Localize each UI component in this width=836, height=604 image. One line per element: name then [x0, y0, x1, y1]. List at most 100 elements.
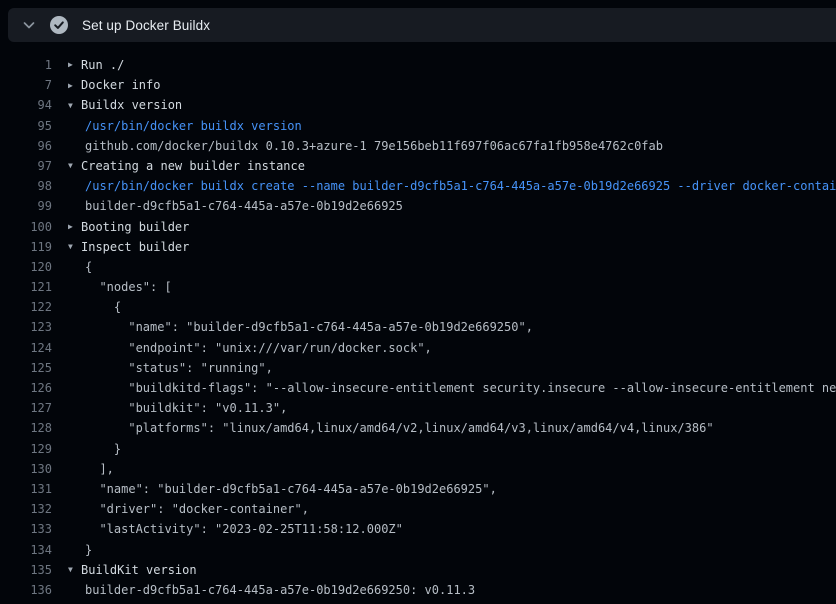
log-line: 100 ▶Booting builder — [0, 217, 836, 237]
line-number[interactable]: 94 — [0, 95, 52, 115]
line-number[interactable]: 99 — [0, 196, 52, 216]
line-number[interactable]: 97 — [0, 156, 52, 176]
line-number[interactable]: 121 — [0, 277, 52, 297]
output-text: "buildkitd-flags": "--allow-insecure-ent… — [68, 378, 836, 398]
log-line: 96 github.com/docker/buildx 0.10.3+azure-… — [0, 136, 836, 156]
log-line: 135 ▼BuildKit version — [0, 560, 836, 580]
status-check-icon — [50, 16, 68, 34]
output-text: "driver": "docker-container", — [68, 499, 309, 519]
output-text: github.com/docker/buildx 0.10.3+azure-1 … — [68, 136, 663, 156]
log-line: 119 ▼Inspect builder — [0, 237, 836, 257]
group-title: Run ./ — [81, 58, 124, 72]
output-text: builder-d9cfb5a1-c764-445a-a57e-0b19d2e6… — [68, 196, 403, 216]
chevron-down-icon[interactable]: ▼ — [68, 96, 81, 116]
output-text: ], — [68, 459, 114, 479]
log-line: 126 "buildkitd-flags": "--allow-insecure… — [0, 378, 836, 398]
log-line: 97 ▼Creating a new builder instance — [0, 156, 836, 176]
log-line: 134} — [0, 540, 836, 560]
line-number[interactable]: 96 — [0, 136, 52, 156]
line-number[interactable]: 98 — [0, 176, 52, 196]
group-header[interactable]: ▶Docker info — [68, 75, 160, 95]
log-line: 125 "status": "running", — [0, 358, 836, 378]
chevron-down-icon[interactable] — [21, 17, 37, 33]
command-text: /usr/bin/docker buildx create --name bui… — [68, 176, 836, 196]
line-number[interactable]: 95 — [0, 116, 52, 136]
line-number[interactable]: 126 — [0, 378, 52, 398]
log-line: 123 "name": "builder-d9cfb5a1-c764-445a-… — [0, 317, 836, 337]
output-text: "endpoint": "unix:///var/run/docker.sock… — [68, 338, 432, 358]
output-text: } — [68, 540, 92, 560]
log-line: 120 { — [0, 257, 836, 277]
group-title: Booting builder — [81, 220, 189, 234]
output-text: } — [68, 439, 121, 459]
log-line: 98/usr/bin/docker buildx create --name b… — [0, 176, 836, 196]
group-header[interactable]: ▼Creating a new builder instance — [68, 156, 305, 176]
line-number[interactable]: 127 — [0, 398, 52, 418]
line-number[interactable]: 135 — [0, 560, 52, 580]
line-number[interactable]: 125 — [0, 358, 52, 378]
line-number[interactable]: 133 — [0, 519, 52, 539]
group-header[interactable]: ▼Inspect builder — [68, 237, 189, 257]
line-number[interactable]: 1 — [0, 55, 52, 75]
line-number[interactable]: 132 — [0, 499, 52, 519]
output-text: { — [68, 257, 92, 277]
chevron-right-icon[interactable]: ▶ — [68, 76, 81, 96]
output-text: "platforms": "linux/amd64,linux/amd64/v2… — [68, 418, 714, 438]
line-number[interactable]: 128 — [0, 418, 52, 438]
line-number[interactable]: 120 — [0, 257, 52, 277]
log-line: 133 "lastActivity": "2023-02-25T11:58:12… — [0, 519, 836, 539]
line-number[interactable]: 122 — [0, 297, 52, 317]
chevron-right-icon[interactable]: ▶ — [68, 217, 81, 237]
line-number[interactable]: 136 — [0, 580, 52, 600]
group-header[interactable]: ▼BuildKit version — [68, 560, 197, 580]
chevron-down-icon[interactable]: ▼ — [68, 560, 81, 580]
log-line: 99 builder-d9cfb5a1-c764-445a-a57e-0b19d2… — [0, 196, 836, 216]
step-header[interactable]: Set up Docker Buildx — [8, 8, 836, 42]
log-line: 7 ▶Docker info — [0, 75, 836, 95]
chevron-down-icon[interactable]: ▼ — [68, 156, 81, 176]
output-text: { — [68, 297, 121, 317]
chevron-right-icon[interactable]: ▶ — [68, 55, 81, 75]
line-number[interactable]: 130 — [0, 459, 52, 479]
output-text: "name": "builder-d9cfb5a1-c764-445a-a57e… — [68, 479, 497, 499]
output-text: "name": "builder-d9cfb5a1-c764-445a-a57e… — [68, 317, 533, 337]
log-line: 124 "endpoint": "unix:///var/run/docker.… — [0, 338, 836, 358]
group-header[interactable]: ▼Buildx version — [68, 95, 182, 115]
log-line: 128 "platforms": "linux/amd64,linux/amd6… — [0, 418, 836, 438]
log-line: 132 "driver": "docker-container", — [0, 499, 836, 519]
output-text: "status": "running", — [68, 358, 273, 378]
actions-log-viewer: Set up Docker Buildx 1▶Run ./7▶Docker in… — [0, 0, 836, 604]
line-number[interactable]: 131 — [0, 479, 52, 499]
output-text: "nodes": [ — [68, 277, 172, 297]
group-header[interactable]: ▶Booting builder — [68, 217, 189, 237]
output-text: "buildkit": "v0.11.3", — [68, 398, 287, 418]
log-container: 1▶Run ./7▶Docker info94▼Buildx version95… — [0, 42, 836, 604]
output-text: "lastActivity": "2023-02-25T11:58:12.000… — [68, 519, 403, 539]
line-number[interactable]: 119 — [0, 237, 52, 257]
command-text: /usr/bin/docker buildx version — [68, 116, 302, 136]
log-line: 95/usr/bin/docker buildx version — [0, 116, 836, 136]
log-line: 129 } — [0, 439, 836, 459]
log-line: 122 { — [0, 297, 836, 317]
output-text: builder-d9cfb5a1-c764-445a-a57e-0b19d2e6… — [68, 580, 475, 600]
chevron-down-icon[interactable]: ▼ — [68, 237, 81, 257]
log-line: 130 ], — [0, 459, 836, 479]
log-line: 127 "buildkit": "v0.11.3", — [0, 398, 836, 418]
log-line: 1 ▶Run ./ — [0, 55, 836, 75]
log-line: 136 builder-d9cfb5a1-c764-445a-a57e-0b19d… — [0, 580, 836, 600]
group-title: Buildx version — [81, 98, 182, 112]
log-line: 131 "name": "builder-d9cfb5a1-c764-445a-… — [0, 479, 836, 499]
log-line: 121 "nodes": [ — [0, 277, 836, 297]
group-header[interactable]: ▶Run ./ — [68, 55, 124, 75]
line-number[interactable]: 123 — [0, 317, 52, 337]
line-number[interactable]: 100 — [0, 217, 52, 237]
line-number[interactable]: 134 — [0, 540, 52, 560]
group-title: Creating a new builder instance — [81, 159, 305, 173]
group-title: BuildKit version — [81, 563, 197, 577]
line-number[interactable]: 124 — [0, 338, 52, 358]
group-title: Inspect builder — [81, 240, 189, 254]
log-line: 94 ▼Buildx version — [0, 95, 836, 115]
line-number[interactable]: 129 — [0, 439, 52, 459]
line-number[interactable]: 7 — [0, 75, 52, 95]
group-title: Docker info — [81, 78, 160, 92]
